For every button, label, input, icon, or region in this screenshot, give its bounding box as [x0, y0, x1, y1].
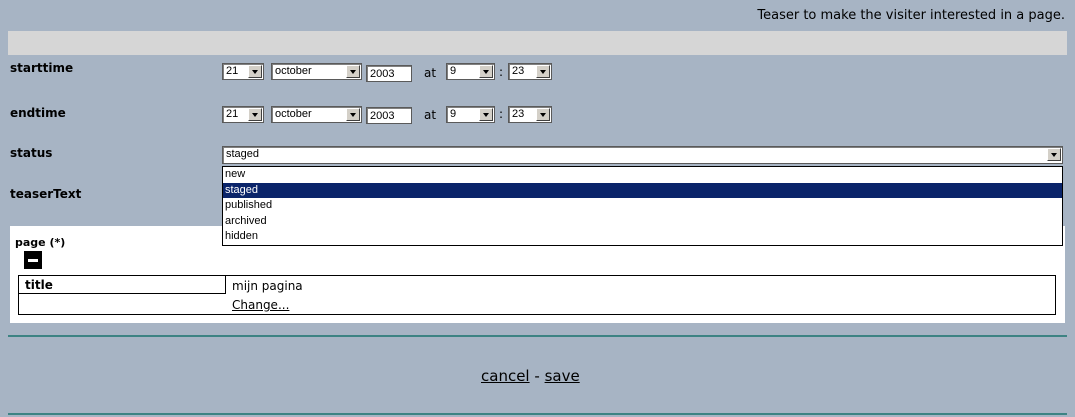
chevron-down-icon	[1047, 148, 1061, 161]
starttime-colon: :	[499, 65, 504, 79]
status-select[interactable]: staged	[222, 146, 1063, 164]
starttime-hour-select[interactable]: 9	[446, 63, 495, 80]
collapse-minus-icon[interactable]	[24, 251, 42, 269]
starttime-day-select[interactable]: 21	[222, 63, 264, 80]
endtime-label: endtime	[10, 106, 66, 120]
cancel-link[interactable]: cancel	[481, 367, 530, 385]
endtime-colon: :	[499, 107, 504, 121]
divider-top	[8, 335, 1067, 337]
chevron-down-icon	[346, 108, 360, 121]
endtime-at-text: at	[424, 108, 437, 122]
chevron-down-icon	[479, 108, 493, 121]
title-value: mijn pagina	[232, 279, 303, 293]
status-option-staged[interactable]: staged	[223, 182, 1062, 198]
endtime-hour-select[interactable]: 9	[446, 106, 495, 123]
endtime-year-input[interactable]: 2003	[366, 107, 412, 124]
page-table: title mijn pagina Change...	[18, 275, 1056, 315]
endtime-month-select[interactable]: october	[271, 106, 362, 123]
page-description: Teaser to make the visiter interested in…	[757, 8, 1065, 23]
chevron-down-icon	[536, 65, 550, 78]
starttime-at-text: at	[424, 66, 437, 80]
teasertext-label: teaserText	[10, 187, 82, 201]
starttime-month-select[interactable]: october	[271, 63, 362, 80]
endtime-day-select[interactable]: 21	[222, 106, 264, 123]
header-band	[8, 31, 1067, 55]
title-label: title	[25, 278, 53, 292]
chevron-down-icon	[479, 65, 493, 78]
endtime-minute-select[interactable]: 23	[508, 106, 552, 123]
save-link[interactable]: save	[545, 367, 580, 385]
starttime-label: starttime	[10, 61, 74, 75]
divider-bottom	[8, 413, 1067, 415]
status-option-hidden[interactable]: hidden	[223, 229, 1062, 245]
actions: cancel - save	[481, 367, 580, 385]
chevron-down-icon	[248, 65, 262, 78]
actions-separator: -	[534, 367, 540, 385]
starttime-year-input[interactable]: 2003	[366, 65, 412, 82]
page-label: page (*)	[15, 236, 66, 249]
status-option-published[interactable]: published	[223, 198, 1062, 214]
change-link[interactable]: Change...	[232, 298, 289, 312]
chevron-down-icon	[536, 108, 550, 121]
starttime-minute-select[interactable]: 23	[508, 63, 552, 80]
status-label: status	[10, 146, 53, 160]
chevron-down-icon	[346, 65, 360, 78]
status-options-list: new staged published archived hidden	[222, 166, 1063, 246]
chevron-down-icon	[248, 108, 262, 121]
status-option-archived[interactable]: archived	[223, 214, 1062, 230]
status-option-new[interactable]: new	[223, 167, 1062, 183]
